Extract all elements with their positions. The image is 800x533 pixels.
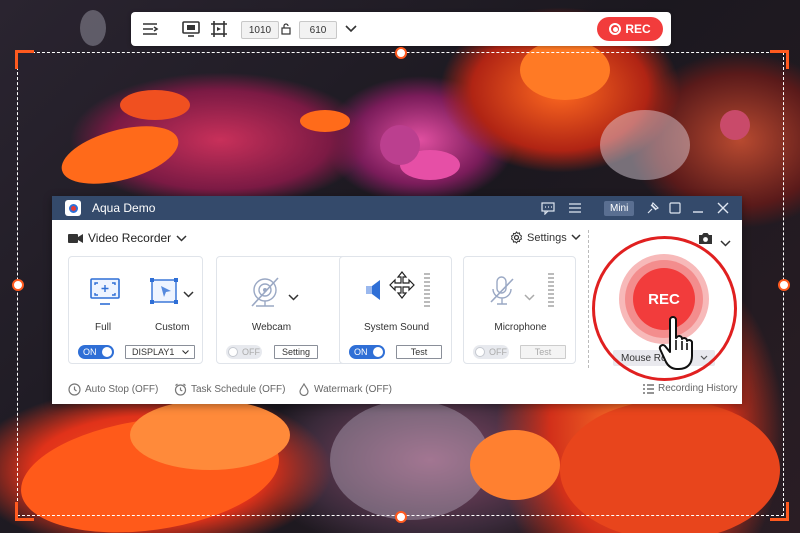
chevron-down-icon[interactable]	[183, 285, 194, 303]
webcam-setting-button[interactable]: Setting	[274, 345, 318, 359]
microphone-disabled-icon[interactable]	[488, 275, 516, 312]
list-icon	[643, 383, 654, 394]
speaker-icon[interactable]	[364, 277, 388, 308]
frame-edge-handle[interactable]	[778, 279, 790, 291]
clock-icon	[68, 383, 81, 396]
watermark-label: Watermark (OFF)	[314, 384, 392, 395]
full-label: Full	[95, 322, 112, 333]
microphone-card: Microphone OFF Test	[463, 256, 576, 364]
frame-corner-handle[interactable]	[15, 50, 34, 69]
title-bar: Aqua Demo Mini	[52, 196, 742, 220]
menu-icon[interactable]	[569, 200, 581, 216]
feedback-icon[interactable]	[541, 200, 555, 216]
system-sound-toggle[interactable]: ON	[349, 345, 385, 359]
task-schedule-button[interactable]: Task Schedule (OFF)	[174, 383, 285, 396]
toggle-state: OFF	[242, 347, 260, 357]
settings-label: Settings	[527, 231, 567, 244]
toggle-state: ON	[354, 347, 368, 357]
recording-history-label: Recording History	[658, 383, 738, 394]
gear-icon	[510, 231, 523, 244]
chevron-down-icon[interactable]	[524, 288, 535, 306]
display-toggle[interactable]: ON	[78, 345, 114, 359]
system-sound-card: System Sound ON Test	[339, 256, 452, 364]
volume-meter	[424, 273, 430, 309]
microphone-test-button[interactable]: Test	[520, 345, 566, 359]
settings-menu[interactable]: Settings	[510, 231, 581, 244]
frame-edge-handle[interactable]	[395, 511, 407, 523]
system-sound-test-button[interactable]: Test	[396, 345, 442, 359]
close-icon[interactable]	[717, 200, 729, 216]
frame-corner-handle[interactable]	[15, 502, 34, 521]
alarm-clock-icon	[174, 383, 187, 396]
chevron-down-icon[interactable]	[720, 234, 731, 252]
display-select-value: DISPLAY1	[132, 347, 175, 357]
rec-button-label: REC	[625, 22, 651, 36]
hand-pointer-icon	[658, 316, 700, 377]
toggle-state: OFF	[489, 347, 507, 357]
mode-label: Video Recorder	[88, 231, 172, 245]
video-camera-icon	[68, 233, 83, 243]
frame-corner-handle[interactable]	[770, 502, 789, 521]
webcam-label: Webcam	[251, 322, 292, 333]
app-logo-icon	[65, 200, 81, 216]
frame-corner-handle[interactable]	[770, 50, 789, 69]
webcam-toggle[interactable]: OFF	[226, 345, 262, 359]
custom-label: Custom	[155, 322, 190, 333]
pin-icon[interactable]	[646, 200, 659, 216]
custom-region-icon[interactable]	[149, 275, 181, 312]
app-title: Aqua Demo	[92, 201, 156, 215]
microphone-toggle[interactable]: OFF	[473, 345, 509, 359]
chevron-down-icon[interactable]	[288, 288, 299, 306]
crop-region-icon[interactable]	[209, 19, 229, 39]
auto-stop-button[interactable]: Auto Stop (OFF)	[68, 383, 158, 396]
frame-edge-handle[interactable]	[12, 279, 24, 291]
chevron-down-icon	[571, 234, 581, 241]
watermark-button[interactable]: Watermark (OFF)	[298, 383, 392, 396]
webcam-card: Webcam OFF Setting	[216, 256, 351, 364]
capture-toolbar: 1010 610 REC	[131, 12, 671, 46]
screen-region-icon[interactable]	[181, 19, 201, 39]
divider	[588, 230, 589, 368]
record-icon	[609, 23, 622, 35]
wallpaper-shape	[80, 10, 106, 46]
microphone-label: Microphone	[494, 322, 547, 333]
mode-selector[interactable]: Video Recorder	[68, 231, 187, 245]
display-card: Full Custom ON DISPLAY1	[68, 256, 203, 364]
frame-edge-handle[interactable]	[395, 47, 407, 59]
move-cursor-icon	[388, 271, 416, 306]
mini-mode-button[interactable]: Mini	[604, 201, 635, 216]
aspect-lock-icon[interactable]	[279, 19, 293, 39]
watermark-drop-icon	[299, 383, 309, 396]
width-field[interactable]: 1010	[241, 21, 279, 39]
auto-stop-label: Auto Stop (OFF)	[85, 384, 159, 395]
volume-meter	[548, 273, 554, 309]
minimize-icon[interactable]	[692, 200, 704, 216]
task-schedule-label: Task Schedule (OFF)	[191, 384, 286, 395]
recording-history-button[interactable]: Recording History	[643, 383, 737, 394]
rec-button[interactable]: REC	[597, 17, 663, 41]
chevron-down-icon[interactable]	[341, 19, 361, 39]
full-screen-icon[interactable]	[89, 277, 121, 312]
height-field[interactable]: 610	[299, 21, 337, 39]
chevron-down-icon	[176, 234, 187, 242]
display-select[interactable]: DISPLAY1	[125, 345, 195, 359]
toggle-state: ON	[83, 347, 97, 357]
webcam-disabled-icon[interactable]	[247, 275, 283, 314]
system-sound-label: System Sound	[363, 322, 430, 333]
menu-collapse-icon[interactable]	[141, 19, 161, 39]
chevron-down-icon	[182, 350, 189, 355]
window-toggle-icon[interactable]	[669, 200, 681, 216]
